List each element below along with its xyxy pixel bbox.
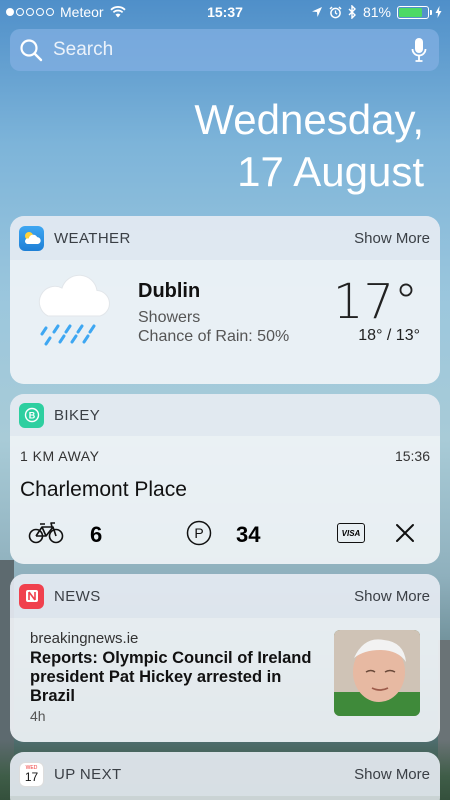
date-display: Wednesday, 17 August bbox=[194, 94, 424, 198]
up-next-widget-title: UP NEXT bbox=[54, 765, 122, 783]
location-arrow-icon bbox=[311, 7, 322, 17]
bikey-docks-available: 34 bbox=[236, 522, 261, 547]
news-photo-portrait bbox=[334, 630, 420, 716]
weather-app-icon bbox=[19, 225, 44, 251]
bikey-bikes-available: 6 bbox=[90, 522, 103, 547]
charging-bolt-icon bbox=[435, 6, 442, 18]
news-age: 4h bbox=[30, 708, 46, 724]
weather-widget-header: WEATHER Show More bbox=[10, 216, 440, 260]
close-icon[interactable] bbox=[395, 523, 415, 543]
battery-level-fill bbox=[399, 7, 422, 17]
weather-high-low: 18° / 13° bbox=[358, 327, 420, 344]
news-source: breakingnews.ie bbox=[30, 630, 139, 647]
calendar-icon-day: 17 bbox=[24, 769, 39, 784]
status-bar: Meteor 15:37 81% bbox=[0, 0, 450, 24]
date-day-month: 17 August bbox=[237, 148, 424, 195]
bluetooth-icon bbox=[348, 5, 356, 19]
bikey-widget-title: BIKEY bbox=[54, 406, 101, 424]
bikey-widget-body: 1 KM AWAY 15:36 Charlemont Place 6 P 34 … bbox=[10, 436, 440, 564]
weather-show-more-button[interactable]: Show More bbox=[354, 230, 430, 247]
battery-icon bbox=[397, 5, 432, 19]
weather-widget-title: WEATHER bbox=[54, 229, 131, 247]
status-right: 81% bbox=[311, 4, 442, 20]
parking-icon: P bbox=[186, 520, 212, 546]
date-weekday: Wednesday, bbox=[194, 96, 424, 143]
bikey-station-name: Charlemont Place bbox=[20, 478, 187, 501]
news-show-more-button[interactable]: Show More bbox=[354, 588, 430, 605]
weather-widget-body: Dublin Showers Chance of Rain: 50% 17° 1… bbox=[10, 260, 440, 384]
bicycle-icon bbox=[28, 522, 64, 544]
weather-widget[interactable]: WEATHER Show More Dublin Showers Chance … bbox=[10, 216, 440, 384]
svg-text:B: B bbox=[28, 411, 35, 421]
alarm-clock-icon bbox=[329, 5, 342, 18]
cloud-rain-icon bbox=[38, 274, 110, 346]
news-widget-title: NEWS bbox=[54, 587, 101, 605]
search-input[interactable] bbox=[53, 39, 393, 61]
news-thumbnail-image[interactable] bbox=[334, 630, 420, 716]
battery-percentage: 81% bbox=[362, 4, 391, 20]
news-widget[interactable]: NEWS Show More breakingnews.ie Reports: … bbox=[10, 574, 440, 742]
news-widget-header: NEWS Show More bbox=[10, 574, 440, 618]
up-next-show-more-button[interactable]: Show More bbox=[354, 766, 430, 783]
up-next-widget-header: WED 17 UP NEXT Show More bbox=[10, 752, 440, 796]
weather-city: Dublin bbox=[138, 280, 201, 302]
svg-text:P: P bbox=[194, 525, 203, 541]
bikey-widget[interactable]: B BIKEY 1 KM AWAY 15:36 Charlemont Place… bbox=[10, 394, 440, 564]
weather-cloud-sun-icon bbox=[24, 232, 41, 244]
news-headline[interactable]: Reports: Olympic Council of Ireland pres… bbox=[30, 649, 320, 706]
news-app-icon bbox=[19, 583, 44, 609]
weather-rain-chance: Chance of Rain: 50% bbox=[138, 328, 290, 345]
weather-condition: Showers bbox=[138, 309, 201, 326]
news-widget-body[interactable]: breakingnews.ie Reports: Olympic Council… bbox=[10, 618, 440, 742]
news-logo-icon bbox=[25, 590, 38, 602]
bikey-availability-row: 6 P 34 VISA bbox=[10, 516, 440, 552]
microphone-icon[interactable] bbox=[411, 37, 427, 63]
bikey-widget-header: B BIKEY bbox=[10, 394, 440, 436]
search-bar[interactable] bbox=[10, 29, 439, 71]
calendar-app-icon: WED 17 bbox=[19, 761, 44, 787]
bikey-distance: 1 KM AWAY bbox=[20, 448, 100, 464]
bikey-updated-time: 15:36 bbox=[394, 448, 430, 464]
search-icon bbox=[20, 39, 43, 62]
up-next-widget[interactable]: WED 17 UP NEXT Show More bbox=[10, 752, 440, 800]
weather-temperature: 17° bbox=[332, 274, 418, 330]
bikey-app-icon: B bbox=[19, 402, 44, 428]
visa-card-icon[interactable]: VISA bbox=[337, 523, 365, 543]
bikey-logo-icon: B bbox=[24, 407, 39, 423]
